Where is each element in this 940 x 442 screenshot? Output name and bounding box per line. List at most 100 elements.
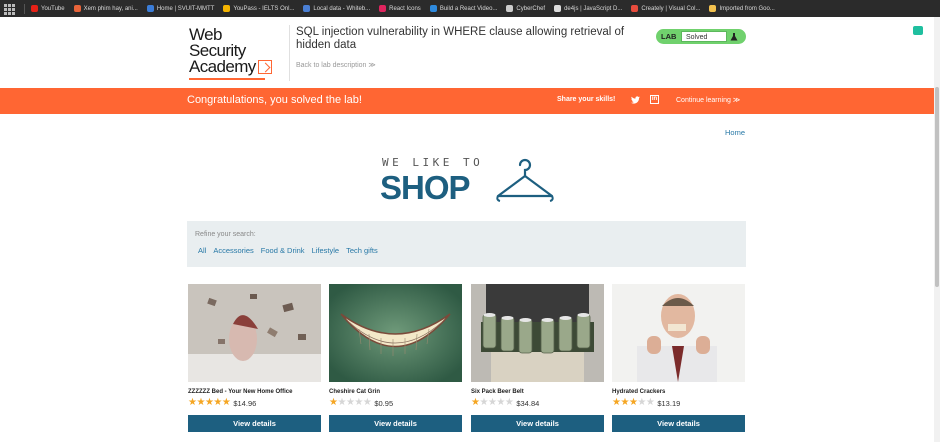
bookmark-favicon-icon bbox=[631, 5, 639, 12]
solved-banner: Congratulations, you solved the lab! Sha… bbox=[0, 88, 934, 114]
star-empty-icon: ★ bbox=[337, 397, 346, 408]
academy-logo[interactable]: Web Security Academy bbox=[189, 25, 281, 80]
bookmark-item[interactable]: Xem phim hay, ani... bbox=[73, 5, 138, 12]
category-filters: All Accessories Food & Drink Lifestyle T… bbox=[198, 246, 378, 255]
product-image-beer-belt[interactable] bbox=[471, 284, 604, 382]
shop-logo-tagline: WE LIKE TO bbox=[382, 156, 484, 169]
shop-logo-text: SHOP bbox=[380, 169, 471, 206]
star-filled-icon: ★ bbox=[213, 397, 222, 408]
product-name: Six Pack Beer Belt bbox=[471, 389, 524, 395]
lab-status-value: Solved bbox=[681, 31, 727, 42]
bookmark-label: de4js | JavaScript D... bbox=[564, 5, 623, 12]
bookmark-item[interactable]: Local data - Whiteb... bbox=[303, 5, 370, 12]
lab-status-label: LAB bbox=[661, 32, 677, 41]
lab-header: Web Security Academy SQL injection vulne… bbox=[0, 17, 934, 88]
product-image-hydrated-crackers[interactable] bbox=[612, 284, 745, 382]
bookmark-favicon-icon bbox=[554, 5, 562, 12]
bookmark-item[interactable]: YouTube bbox=[31, 5, 65, 12]
bookmark-label: Xem phim hay, ani... bbox=[83, 5, 138, 12]
page-scrollbar[interactable] bbox=[934, 17, 940, 442]
bookmark-favicon-icon bbox=[73, 5, 81, 12]
filter-food-drink[interactable]: Food & Drink bbox=[261, 246, 305, 255]
twitter-icon[interactable] bbox=[631, 96, 640, 104]
bookmark-favicon-icon bbox=[146, 5, 154, 12]
rating-stars: ★★★★★ bbox=[188, 397, 231, 408]
refine-search-panel: Refine your search: All Accessories Food… bbox=[187, 221, 746, 267]
star-empty-icon: ★ bbox=[354, 397, 363, 408]
bookmark-item[interactable]: Home | SVUIT-MMTT bbox=[146, 5, 215, 12]
star-empty-icon: ★ bbox=[645, 397, 655, 408]
bookmark-label: Home | SVUIT-MMTT bbox=[156, 5, 215, 12]
bookmark-label: YouPass - IELTS Onl... bbox=[233, 5, 295, 12]
header-divider bbox=[289, 25, 290, 81]
lab-status-widget: LAB Solved bbox=[656, 29, 746, 44]
continue-learning-link[interactable]: Continue learning ≫ bbox=[676, 96, 740, 104]
bookmark-favicon-icon bbox=[31, 5, 38, 12]
product-name: Cheshire Cat Grin bbox=[329, 389, 381, 395]
star-empty-icon: ★ bbox=[362, 397, 372, 408]
rating-stars: ★★★★★ bbox=[329, 397, 372, 408]
flask-icon bbox=[727, 32, 741, 41]
bookmark-item[interactable]: de4js | JavaScript D... bbox=[554, 5, 622, 12]
refine-search-label: Refine your search: bbox=[195, 231, 256, 238]
bookmark-label: Local data - Whiteb... bbox=[313, 5, 371, 12]
scrollbar-thumb[interactable] bbox=[935, 87, 939, 287]
lab-title: SQL injection vulnerability in WHERE cla… bbox=[296, 26, 625, 51]
product-image-bed[interactable] bbox=[188, 284, 321, 382]
apps-grid-icon[interactable] bbox=[4, 3, 16, 15]
bookmark-item[interactable]: Creately | Visual Col... bbox=[631, 5, 700, 12]
bookmark-label: CyberChef bbox=[516, 5, 546, 12]
product-name: ZZZZZZ Bed - Your New Home Office bbox=[188, 389, 293, 395]
bookmark-item[interactable]: Build a React Video... bbox=[429, 5, 498, 12]
star-empty-icon: ★ bbox=[637, 397, 646, 408]
linkedin-icon[interactable]: in bbox=[650, 95, 659, 104]
bookmarks-bar: YouTube Xem phim hay, ani... Home | SVUIT-… bbox=[0, 0, 940, 17]
product-card: Hydrated Crackers ★★★★★ $13.19 View deta… bbox=[612, 284, 745, 432]
congratulations-message: Congratulations, you solved the lab! bbox=[187, 94, 362, 106]
bookmark-favicon-icon bbox=[379, 5, 387, 12]
product-image-cheshire-cat-grin[interactable] bbox=[329, 284, 462, 382]
rating-stars: ★★★★★ bbox=[612, 397, 655, 408]
back-to-lab-description-link[interactable]: Back to lab description ≫ bbox=[296, 61, 376, 69]
view-details-button[interactable]: View details bbox=[188, 415, 321, 432]
star-filled-icon: ★ bbox=[620, 397, 629, 408]
product-price: $14.96 bbox=[233, 398, 257, 408]
view-details-button[interactable]: View details bbox=[612, 415, 745, 432]
filter-all[interactable]: All bbox=[198, 246, 206, 255]
logo-line1: Web Security bbox=[189, 25, 246, 60]
product-name: Hydrated Crackers bbox=[612, 389, 666, 395]
bookmark-favicon-icon bbox=[429, 5, 437, 12]
extension-icon[interactable] bbox=[913, 26, 923, 35]
bookmarks-separator bbox=[24, 3, 25, 14]
bookmark-item[interactable]: React Icons bbox=[379, 5, 421, 12]
product-price: $13.19 bbox=[657, 398, 681, 408]
filter-lifestyle[interactable]: Lifestyle bbox=[312, 246, 340, 255]
hanger-icon bbox=[496, 158, 554, 202]
filter-accessories[interactable]: Accessories bbox=[213, 246, 253, 255]
star-empty-icon: ★ bbox=[479, 397, 488, 408]
view-details-button[interactable]: View details bbox=[471, 415, 604, 432]
bookmarks-list: YouTube Xem phim hay, ani... Home | SVUIT-… bbox=[31, 5, 784, 12]
bookmark-item[interactable]: YouPass - IELTS Onl... bbox=[223, 5, 294, 12]
product-card: ZZZZZZ Bed - Your New Home Office ★★★★★ … bbox=[188, 284, 321, 432]
logo-line2: Academy bbox=[189, 57, 256, 76]
shop-logo: WE LIKE TO SHOP bbox=[380, 156, 555, 206]
product-card: Six Pack Beer Belt ★★★★★ $34.84 View det… bbox=[471, 284, 604, 432]
bookmark-label: YouTube bbox=[41, 5, 65, 12]
star-empty-icon: ★ bbox=[504, 397, 514, 408]
bookmark-label: Build a React Video... bbox=[439, 5, 498, 12]
filter-tech-gifts[interactable]: Tech gifts bbox=[346, 246, 378, 255]
bookmark-label: Creately | Visual Col... bbox=[641, 5, 701, 12]
share-label: Share your skills! bbox=[557, 96, 616, 103]
bookmark-favicon-icon bbox=[506, 5, 514, 12]
star-filled-icon: ★ bbox=[196, 397, 205, 408]
logo-arrow-icon bbox=[257, 60, 272, 74]
product-card: Cheshire Cat Grin ★★★★★ $0.95 View detai… bbox=[329, 284, 462, 432]
view-details-button[interactable]: View details bbox=[329, 415, 462, 432]
bookmark-label: Imported from Goo... bbox=[719, 5, 775, 12]
home-link[interactable]: Home bbox=[725, 128, 745, 137]
bookmark-item[interactable]: CyberChef bbox=[506, 5, 545, 12]
bookmark-favicon-icon bbox=[223, 5, 231, 12]
bookmark-label: React Icons bbox=[389, 5, 421, 12]
bookmark-item[interactable]: Imported from Goo... bbox=[709, 5, 775, 12]
